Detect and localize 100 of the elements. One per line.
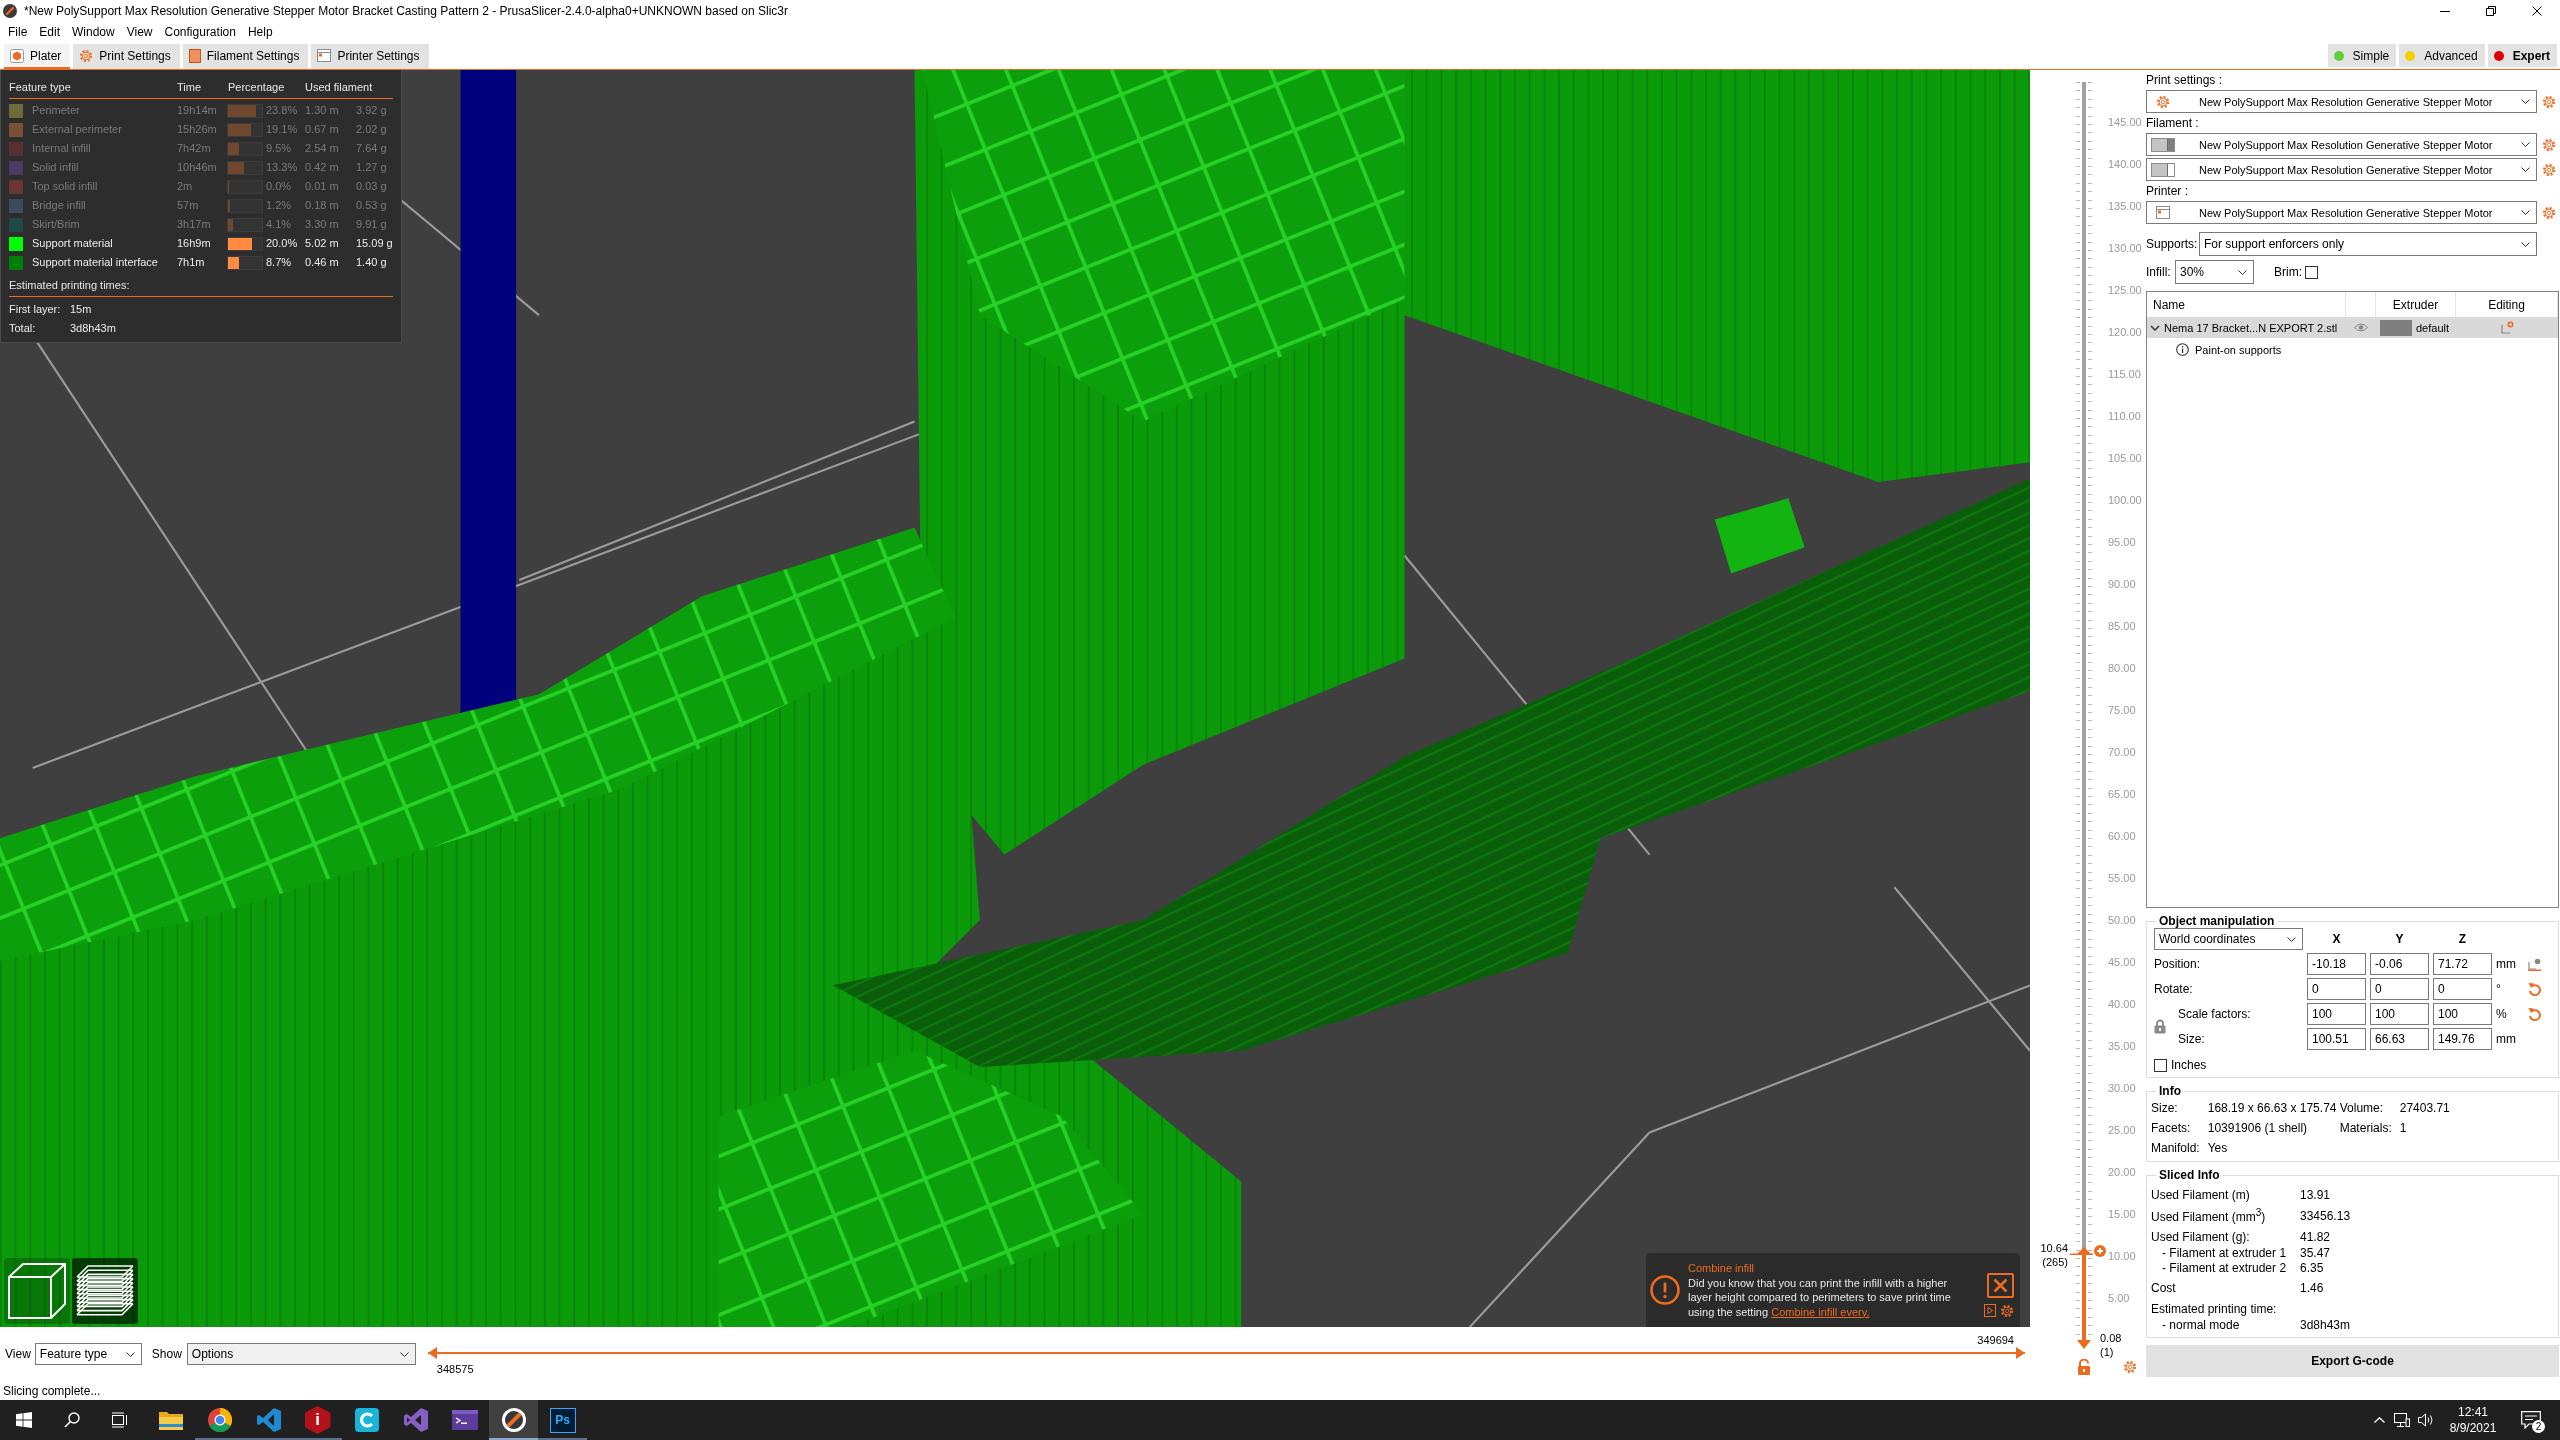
eye-icon[interactable] <box>2354 323 2368 332</box>
time-value: 15h26m <box>177 122 217 137</box>
preset-dropdown[interactable]: New PolySupport Max Resolution Generative Stepper Motor <box>2146 90 2537 113</box>
percentage-value: 1.2% <box>266 198 292 213</box>
drop-to-bed-icon[interactable] <box>2528 957 2541 971</box>
gear-icon[interactable] <box>2000 1303 2014 1318</box>
rotate-field[interactable]: 0 <box>2307 978 2366 1000</box>
length-value: 0.46 m <box>305 255 339 270</box>
height-tick-label: 110.00 <box>2108 409 2141 423</box>
menu-item[interactable]: File <box>2 22 34 42</box>
scale-field[interactable]: 100 <box>2307 1003 2366 1025</box>
feature-name[interactable]: Support material interface <box>32 253 158 272</box>
upper-slider-handle[interactable] <box>2016 1346 2025 1359</box>
close-button[interactable] <box>1987 1272 2014 1298</box>
lower-slider-handle[interactable] <box>427 1346 437 1359</box>
height-tick-label: 75.00 <box>2108 703 2136 717</box>
percentage-value: 20.0% <box>266 236 298 251</box>
menu-item[interactable]: View <box>120 22 159 42</box>
view-type-dropdown[interactable]: Feature type <box>34 1343 142 1365</box>
gear-icon[interactable] <box>2542 162 2556 177</box>
supports-dropdown[interactable]: For support enforcers only <box>2199 232 2537 256</box>
height-tick-label: 55.00 <box>2108 871 2136 885</box>
height-tick-label: 135.00 <box>2108 199 2142 213</box>
gear-icon[interactable] <box>2542 94 2556 109</box>
layer-slider-track[interactable] <box>2082 82 2086 1340</box>
column-header: Used filament <box>305 80 373 95</box>
taskbar-app-button[interactable]: i <box>293 1400 342 1440</box>
inches-checkbox[interactable] <box>2154 1058 2167 1072</box>
play-icon[interactable] <box>1984 1303 1996 1317</box>
reset-arrow-icon[interactable] <box>2528 1007 2541 1021</box>
tab[interactable]: Print Settings <box>73 44 180 69</box>
view-mode-button[interactable] <box>4 1258 70 1324</box>
notification-center-button[interactable]: 2 <box>2508 1400 2554 1440</box>
ball-logo-icon <box>207 1408 232 1432</box>
setting-link[interactable]: Combine infill every. <box>1771 1305 1870 1318</box>
size-field[interactable]: 149.76 <box>2433 1028 2492 1050</box>
size-field[interactable]: 66.63 <box>2370 1028 2429 1050</box>
height-tick-label: 60.00 <box>2108 829 2136 843</box>
info-value: 27403.71 <box>2399 1100 2450 1116</box>
position-field[interactable]: -0.06 <box>2370 953 2429 975</box>
height-tick-label: 85.00 <box>2108 619 2136 633</box>
rotate-field[interactable]: 0 <box>2370 978 2429 1000</box>
object-row[interactable]: Nema 17 Bracket...N EXPORT 2.stl default <box>2147 317 2558 338</box>
chevron-down-icon <box>2287 936 2296 942</box>
view-mode-button[interactable] <box>72 1258 138 1324</box>
position-field[interactable]: 71.72 <box>2433 953 2492 975</box>
chevron-down-icon <box>2238 269 2247 275</box>
axis-label: X <box>2332 932 2341 946</box>
field-label: Scale factors: <box>2178 1007 2251 1021</box>
height-tick-label: 15.00 <box>2108 1207 2136 1221</box>
edit-icon[interactable] <box>2500 321 2514 334</box>
unit-label: mm <box>2496 957 2516 971</box>
coordinates-dropdown[interactable]: World coordinates <box>2154 928 2303 950</box>
feature-name[interactable]: Support material <box>32 234 113 253</box>
tab[interactable]: Printer Settings <box>311 44 429 69</box>
tab[interactable]: Filament Settings <box>182 44 309 69</box>
plus-circle-icon[interactable] <box>2094 1244 2106 1257</box>
rotate-field[interactable]: 0 <box>2433 978 2492 1000</box>
upper-slider-handle[interactable] <box>2070 1245 2093 1255</box>
export-gcode-button[interactable]: Export G-code <box>2146 1345 2559 1377</box>
info-value: 1 <box>2399 1120 2407 1136</box>
mode-button[interactable]: Advanced <box>2399 44 2485 67</box>
height-tick-label: 105.00 <box>2108 451 2142 465</box>
show-options-dropdown[interactable]: Options <box>186 1343 416 1365</box>
info-label: Facets: <box>2151 1120 2191 1136</box>
preset-dropdown[interactable]: New PolySupport Max Resolution Generative Stepper Motor <box>2146 133 2537 156</box>
taskbar-app-button[interactable]: Ps <box>538 1400 587 1440</box>
padlock-icon[interactable] <box>2154 1019 2166 1034</box>
menu-item[interactable]: Help <box>241 22 279 42</box>
mode-button[interactable]: Simple <box>2327 44 2397 67</box>
preset-dropdown[interactable]: New PolySupport Max Resolution Generative Stepper Motor <box>2146 158 2537 181</box>
scale-field[interactable]: 100 <box>2370 1003 2429 1025</box>
time-value: 2m <box>177 179 193 194</box>
infill-dropdown[interactable]: 30% <box>2175 260 2254 284</box>
gear-icon[interactable] <box>2542 205 2556 220</box>
lower-slider-handle[interactable] <box>2077 1340 2091 1349</box>
unlocked-padlock-icon[interactable] <box>2077 1359 2091 1375</box>
object-part-row[interactable]: Paint-on supports <box>2147 338 2558 361</box>
info-label: Used Filament (m) <box>2151 1187 2251 1202</box>
percentage-value: 23.8% <box>266 103 298 118</box>
size-field[interactable]: 100.51 <box>2307 1028 2366 1050</box>
menu-item[interactable]: Window <box>66 22 121 42</box>
gear-icon <box>2156 94 2170 109</box>
caret-down-icon[interactable] <box>2150 322 2160 333</box>
field-label: Rotate: <box>2154 982 2193 996</box>
menu-item[interactable]: Configuration <box>158 22 242 42</box>
network-monitor-icon <box>2394 1413 2410 1427</box>
preset-dropdown[interactable]: New PolySupport Max Resolution Generative Stepper Motor <box>2146 201 2537 224</box>
reset-arrow-icon[interactable] <box>2528 982 2541 996</box>
taskbar-app-button[interactable] <box>489 1400 538 1440</box>
percentage-value: 9.5% <box>266 141 292 156</box>
mode-button[interactable]: Expert <box>2487 44 2557 67</box>
position-field[interactable]: -10.18 <box>2307 953 2366 975</box>
gear-icon[interactable] <box>2542 137 2556 152</box>
scale-field[interactable]: 100 <box>2433 1003 2492 1025</box>
gear-icon[interactable] <box>2123 1360 2137 1374</box>
tab[interactable]: Plater <box>4 44 71 69</box>
menu-item[interactable]: Edit <box>33 22 67 42</box>
height-tick-label: 130.00 <box>2108 241 2142 255</box>
brim-checkbox[interactable] <box>2305 265 2318 279</box>
